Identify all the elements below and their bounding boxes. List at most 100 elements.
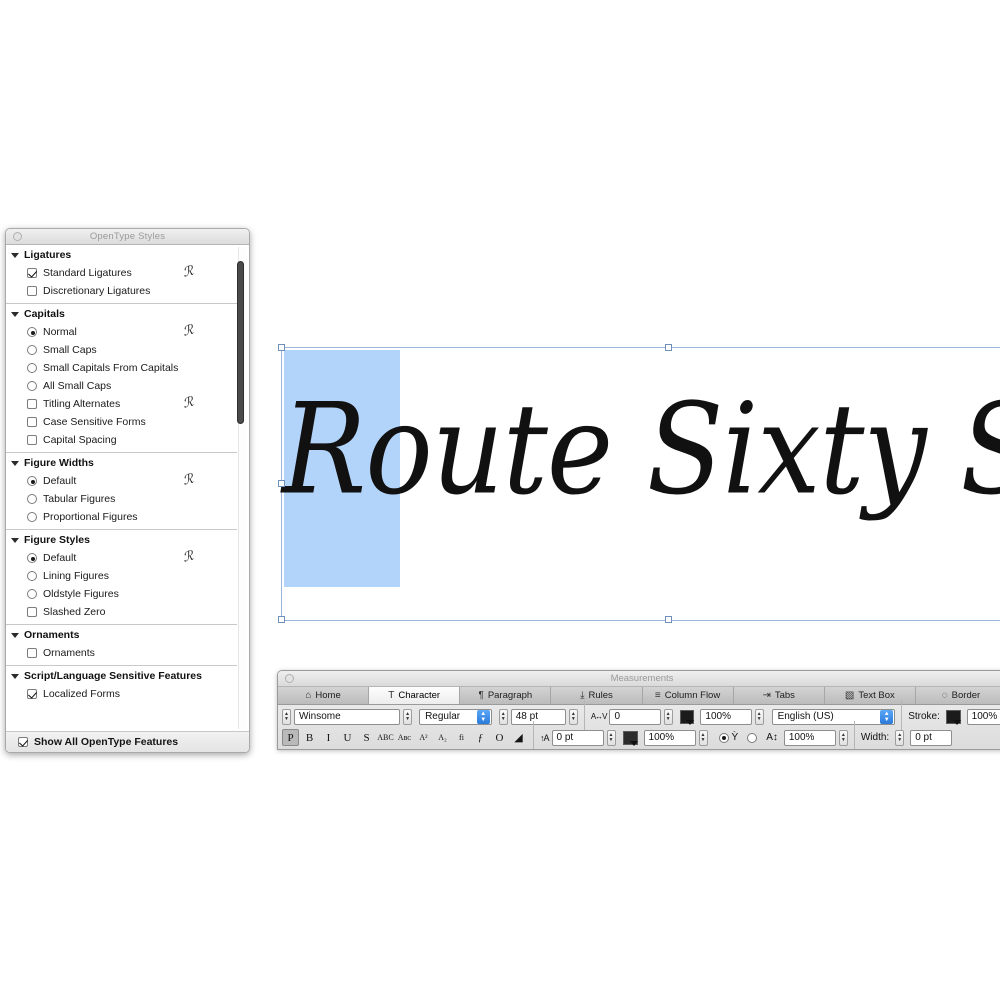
frame-handle-bottom-center[interactable] — [665, 616, 672, 623]
tab-character[interactable]: T Character — [369, 687, 461, 704]
opentype-option-row[interactable]: Slashed Zero — [6, 603, 237, 621]
checkbox[interactable] — [27, 417, 37, 427]
tab-tabs[interactable]: ⇥ Tabs — [734, 687, 825, 704]
frame-handle-bottom-left[interactable] — [278, 616, 285, 623]
stroke-value-field[interactable]: 100% — [966, 708, 1000, 725]
font-family-dropdown-stepper[interactable]: ▲ ▼ — [403, 708, 413, 725]
opentype-option-row[interactable]: Titling Alternates ℛ — [6, 395, 237, 413]
opentype-group-header[interactable]: Figure Widths — [6, 453, 237, 472]
measurements-titlebar[interactable]: Measurements — [278, 671, 1000, 687]
opentype-group-header[interactable]: Figure Styles — [6, 530, 237, 549]
style-button-small-caps[interactable]: Aʙᴄ — [396, 729, 413, 746]
checkbox[interactable] — [27, 286, 37, 296]
opacity-swatch-icon[interactable] — [622, 730, 638, 746]
opacity-stepper[interactable]: ▲ ▼ — [698, 729, 708, 746]
opentype-option-row[interactable]: Capital Spacing — [6, 431, 237, 449]
opentype-option-row[interactable]: Lining Figures — [6, 567, 237, 585]
tracking-field[interactable]: 0 — [609, 708, 661, 725]
baseline-shift-stepper[interactable]: ▲ ▼ — [606, 729, 616, 746]
font-size-field[interactable]: 48 pt — [510, 708, 566, 725]
style-button-bold[interactable]: B — [301, 729, 318, 746]
frame-handle-middle-left[interactable] — [278, 480, 285, 487]
opentype-option-row[interactable]: Small Caps — [6, 341, 237, 359]
tracking-stepper[interactable]: ▲ ▼ — [663, 708, 673, 725]
shade-stepper[interactable]: ▲ ▼ — [754, 708, 764, 725]
show-all-opentype-features-row[interactable]: Show All OpenType Features — [6, 731, 249, 752]
opentype-option-row[interactable]: Standard Ligatures ℛ — [6, 264, 237, 282]
checkbox[interactable] — [27, 607, 37, 617]
radio-button[interactable] — [27, 327, 37, 337]
style-button-outline[interactable]: O — [491, 729, 508, 746]
opentype-option-row[interactable]: Tabular Figures — [6, 490, 237, 508]
style-button-superscript[interactable]: A² — [415, 729, 432, 746]
shade-field[interactable]: 100% — [700, 708, 752, 725]
opentype-option-row[interactable]: Normal ℛ — [6, 323, 237, 341]
font-size-dropdown-stepper[interactable]: ▲ ▼ — [568, 708, 578, 725]
show-all-opentype-features-checkbox[interactable] — [18, 737, 28, 747]
checkbox[interactable] — [27, 435, 37, 445]
radio-button[interactable] — [27, 553, 37, 563]
style-button-all-caps[interactable]: ABC — [377, 729, 394, 746]
tab-text-box[interactable]: ▧ Text Box — [825, 687, 916, 704]
radio-button[interactable] — [27, 345, 37, 355]
opentype-scrollbar-thumb[interactable] — [237, 261, 244, 424]
opentype-scrollbar-track[interactable] — [237, 247, 247, 729]
chevron-updown-icon[interactable]: ▲ ▼ — [880, 709, 894, 724]
font-family-field[interactable]: Winsome — [294, 708, 401, 725]
style-button-ligature[interactable]: fi — [453, 729, 470, 746]
chevron-updown-icon[interactable]: ▲ ▼ — [476, 709, 490, 724]
opentype-option-row[interactable]: Default ℛ — [6, 472, 237, 490]
opentype-scroll-area[interactable]: Ligatures Standard Ligatures ℛ Discretionar… — [6, 245, 249, 731]
checkbox[interactable] — [27, 268, 37, 278]
style-button-underline[interactable]: U — [339, 729, 356, 746]
opentype-option-row[interactable]: Small Capitals From Capitals — [6, 359, 237, 377]
radio-button[interactable] — [27, 589, 37, 599]
radio-button[interactable] — [27, 363, 37, 373]
opentype-option-row[interactable]: Default ℛ — [6, 549, 237, 567]
opentype-panel-titlebar[interactable]: OpenType Styles — [6, 229, 249, 245]
opentype-option-row[interactable]: Localized Forms — [6, 685, 237, 703]
opentype-option-row[interactable]: Oldstyle Figures — [6, 585, 237, 603]
opentype-option-row[interactable]: All Small Caps — [6, 377, 237, 395]
measurements-tab-bar[interactable]: ⌂ Home T Character ¶ Paragraph ⤓ Rules ≡ Column F… — [278, 687, 1000, 705]
border-width-field[interactable]: 0 pt — [910, 729, 953, 746]
opacity-field[interactable]: 100% — [643, 729, 696, 746]
opentype-group-header[interactable]: Ligatures — [6, 245, 237, 264]
vertical-scale-radio[interactable] — [747, 732, 758, 743]
baseline-shift-field[interactable]: 0 pt — [551, 729, 604, 746]
opentype-option-row[interactable]: Discretionary Ligatures — [6, 282, 237, 300]
character-style-buttons[interactable]: P B I U S ABC Aʙᴄ A² A₂ fi ƒ O ◢ — [282, 729, 527, 746]
radio-button[interactable] — [27, 512, 37, 522]
opentype-option-row[interactable]: Ornaments — [6, 644, 237, 662]
style-button-subscript[interactable]: A₂ — [434, 729, 451, 746]
checkbox[interactable] — [27, 648, 37, 658]
font-style-combo[interactable]: Regular ▲ ▼ — [419, 708, 492, 725]
opentype-option-row[interactable]: Case Sensitive Forms — [6, 413, 237, 431]
checkbox[interactable] — [27, 689, 37, 699]
opentype-option-row[interactable]: Proportional Figures — [6, 508, 237, 526]
scale-stepper[interactable]: ▲ ▼ — [838, 729, 848, 746]
frame-handle-top-center[interactable] — [665, 344, 672, 351]
style-button-font-script[interactable]: ƒ — [472, 729, 489, 746]
horizontal-scale-radio[interactable] — [718, 732, 729, 743]
opentype-styles-panel[interactable]: OpenType Styles Ligatures Standard Ligatu… — [5, 228, 250, 753]
opentype-group-header[interactable]: Capitals — [6, 304, 237, 323]
style-button-italic[interactable]: I — [320, 729, 337, 746]
tab-rules[interactable]: ⤓ Rules — [551, 687, 643, 704]
border-width-stepper[interactable]: ▲ ▼ — [895, 729, 905, 746]
checkbox[interactable] — [27, 399, 37, 409]
scale-field[interactable]: 100% — [783, 729, 836, 746]
opentype-group-header[interactable]: Ornaments — [6, 625, 237, 644]
style-button-plain[interactable]: P — [282, 729, 299, 746]
frame-handle-top-left[interactable] — [278, 344, 285, 351]
radio-button[interactable] — [27, 476, 37, 486]
radio-button[interactable] — [27, 571, 37, 581]
font-family-stepper[interactable]: ▲ ▼ — [282, 708, 291, 725]
measurements-palette[interactable]: Measurements ⌂ Home T Character ¶ Paragraph ⤓ R… — [277, 670, 1000, 750]
opentype-group-header[interactable]: Script/Language Sensitive Features — [6, 666, 237, 685]
tab-border[interactable]: ◌ Border — [916, 687, 1000, 704]
font-size-stepper[interactable]: ▲ ▼ — [498, 708, 508, 725]
text-frame[interactable]: Route Sixty Six — [281, 347, 1000, 621]
style-button-strikethrough[interactable]: S — [358, 729, 375, 746]
tab-home[interactable]: ⌂ Home — [278, 687, 370, 704]
